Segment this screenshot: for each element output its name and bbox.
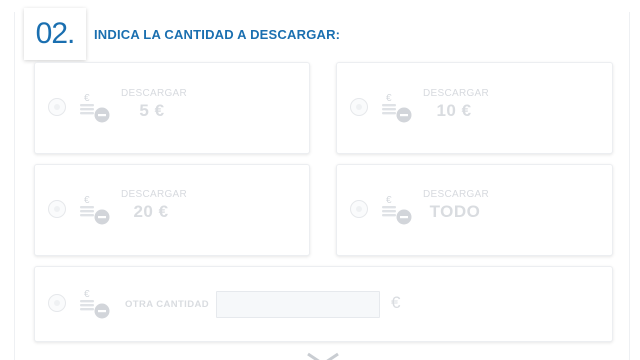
option-card-20[interactable]: € DESCARGAR 20 € xyxy=(34,164,310,256)
option-amount: 5 € xyxy=(139,101,165,120)
other-amount-label: OTRA CANTIDAD xyxy=(125,299,210,310)
option-card-todo[interactable]: € DESCARGAR TODO xyxy=(336,164,613,256)
svg-text:€: € xyxy=(84,195,90,206)
svg-text:€: € xyxy=(386,195,392,206)
option-card-10[interactable]: € DESCARGAR 10 € xyxy=(336,62,613,154)
svg-text:€: € xyxy=(84,93,90,104)
option-card-other[interactable]: € OTRA CANTIDAD € xyxy=(34,266,613,342)
coins-minus-icon: € xyxy=(80,289,110,319)
option-caption: DESCARGAR xyxy=(121,88,188,99)
radio-button[interactable] xyxy=(350,200,368,218)
radio-button[interactable] xyxy=(350,98,368,116)
coins-minus-icon: € xyxy=(382,93,412,123)
option-amount: TODO xyxy=(429,202,481,221)
chevron-down-icon[interactable] xyxy=(306,352,340,360)
radio-button[interactable] xyxy=(48,200,66,218)
coins-minus-icon: € xyxy=(80,93,110,123)
radio-button[interactable] xyxy=(48,294,66,312)
other-amount-input[interactable] xyxy=(216,291,380,318)
step-title: INDICA LA CANTIDAD A DESCARGAR: xyxy=(94,27,341,42)
radio-button[interactable] xyxy=(48,98,66,116)
option-caption: DESCARGAR xyxy=(423,88,490,99)
euro-suffix: € xyxy=(391,293,401,312)
option-amount: 20 € xyxy=(133,202,169,221)
coins-minus-icon: € xyxy=(80,195,110,225)
option-caption: DESCARGAR xyxy=(121,189,188,200)
option-card-5[interactable]: € DESCARGAR 5 € xyxy=(34,62,310,154)
option-caption: DESCARGAR xyxy=(423,189,490,200)
option-amount: 10 € xyxy=(436,101,472,120)
svg-text:€: € xyxy=(386,93,392,104)
coins-minus-icon: € xyxy=(382,195,412,225)
svg-text:€: € xyxy=(84,289,90,300)
step-number-badge: 02. xyxy=(24,8,86,60)
